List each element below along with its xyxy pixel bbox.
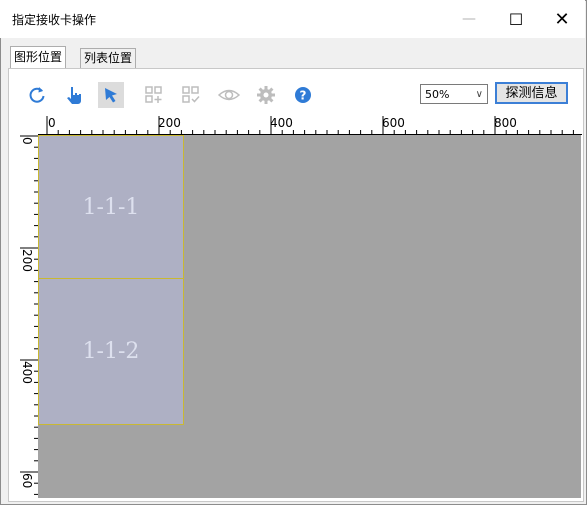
layout-canvas[interactable]: 1-1-1 1-1-2: [38, 135, 581, 498]
ruler-label-h-800: 800: [494, 116, 517, 130]
probe-info-button[interactable]: 探测信息: [495, 82, 568, 104]
zoom-value: 50%: [425, 88, 450, 101]
hand-pointer-icon[interactable]: [63, 84, 85, 106]
ruler-label-v-0: 0: [20, 137, 34, 145]
chevron-down-icon: ∨: [475, 89, 483, 100]
ruler-corner: [20, 116, 38, 134]
receiver-card-1-1-1[interactable]: 1-1-1: [38, 135, 184, 279]
window-title: 指定接收卡操作: [12, 13, 97, 27]
tab-list-position[interactable]: 列表位置: [80, 48, 137, 68]
minimize-button[interactable]: —: [446, 0, 492, 38]
close-button[interactable]: ✕: [539, 0, 585, 38]
vertical-ruler: [20, 134, 39, 498]
select-arrow-icon[interactable]: [98, 82, 124, 108]
gear-icon[interactable]: [255, 84, 277, 106]
receiver-card-1-1-2[interactable]: 1-1-2: [38, 278, 184, 425]
vertical-ruler-ticks: [20, 135, 38, 495]
eye-icon[interactable]: [218, 84, 240, 106]
tab-strip: 图形位置 列表位置: [0, 38, 585, 69]
ruler-label-h-400: 400: [270, 116, 293, 130]
ruler-label-h-600: 600: [382, 116, 405, 130]
ruler-label-v-600: 60: [20, 473, 34, 489]
zoom-select[interactable]: 50% ∨: [420, 84, 488, 104]
svg-text:?: ?: [300, 89, 307, 103]
ruler-label-h-200: 200: [158, 116, 181, 130]
check-grid-icon[interactable]: [180, 84, 202, 106]
help-icon[interactable]: ?: [292, 84, 314, 106]
title-bar[interactable]: 指定接收卡操作 — ☐ ✕: [0, 0, 585, 38]
maximize-button[interactable]: ☐: [493, 0, 539, 38]
ruler-label-v-400: 400: [20, 361, 34, 384]
ruler-label-h-0: 0: [48, 116, 56, 130]
add-grid-icon[interactable]: [143, 84, 165, 106]
ruler-label-v-200: 200: [20, 249, 34, 272]
tab-graphic-position[interactable]: 图形位置: [10, 46, 67, 69]
refresh-icon[interactable]: [26, 84, 48, 106]
card-label: 1-1-2: [82, 339, 140, 364]
card-label: 1-1-1: [82, 194, 140, 220]
